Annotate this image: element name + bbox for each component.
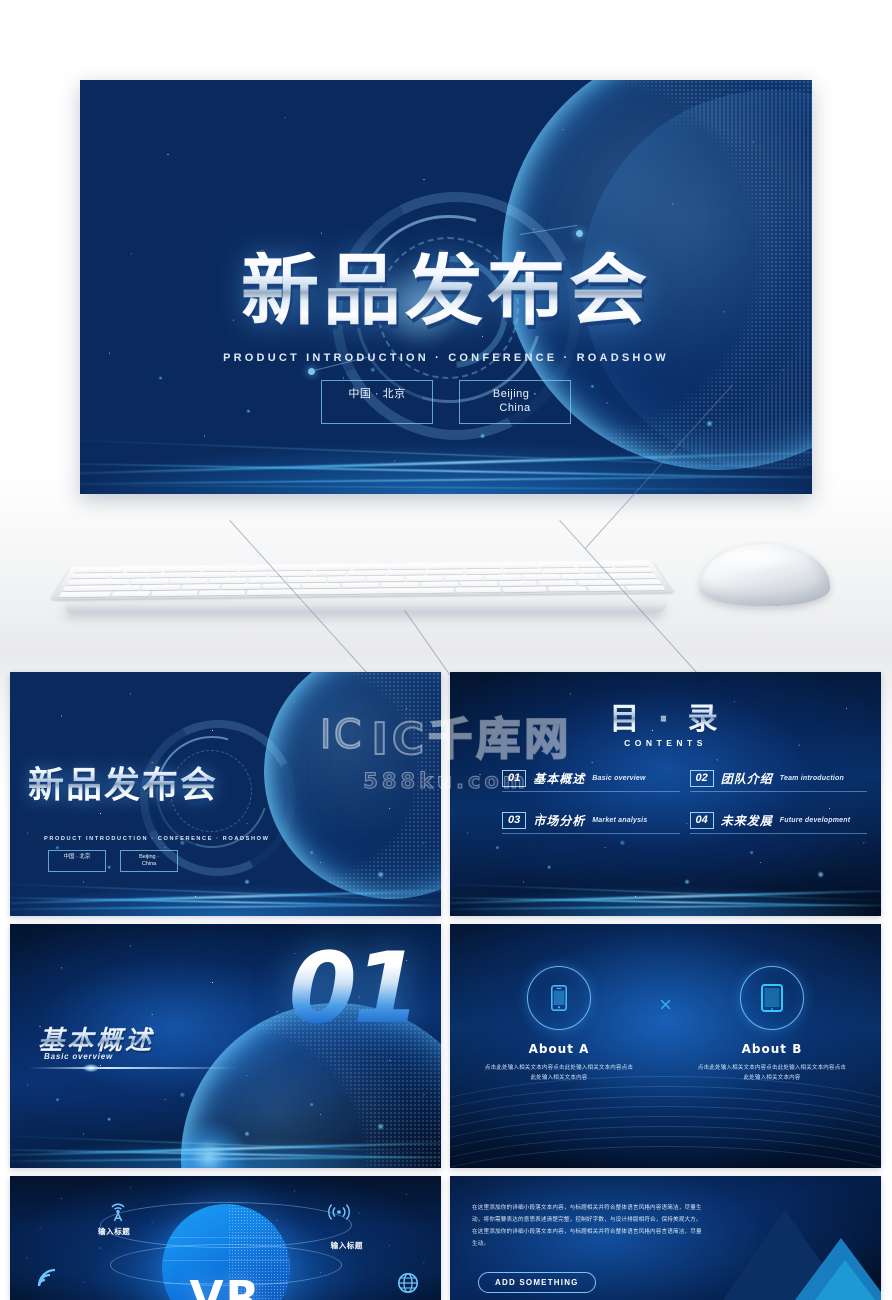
about-a-circle	[527, 966, 591, 1030]
text-slide-body: 在这里添加你的详细小段落文本内容，与标题相关并符合整体语言风格内容语简洁，尽量生…	[472, 1205, 702, 1248]
contents-item-title-cn: 基本概述	[533, 772, 586, 786]
slide-vr[interactable]: VR 输入标题 输入标题	[10, 1176, 441, 1300]
mouse-device	[700, 544, 830, 606]
contents-item-title-en: Team introduction	[779, 775, 844, 782]
slide-contents[interactable]: 目 · 录 CONTENTS 01 基本概述 Basic overview 02…	[450, 672, 881, 916]
cover-thumb-tag-en: Beijing · China	[120, 850, 178, 873]
keyboard-device	[50, 560, 674, 600]
contents-item-number: 03	[502, 812, 527, 829]
contents-item-title-cn: 市场分析	[533, 814, 586, 828]
contents-item-title-cn: 未来发展	[720, 814, 773, 828]
leader-line	[229, 520, 371, 677]
cover-thumb-subtitle: PRODUCT INTRODUCTION · CONFERENCE · ROAD…	[44, 836, 270, 842]
horizon-streaks	[10, 1105, 441, 1168]
section-rule	[28, 1064, 238, 1072]
contents-item-02[interactable]: 02 团队介绍 Team introduction	[689, 770, 867, 792]
poster-page: 新品发布会 PRODUCT INTRODUCTION · CONFERENCE …	[0, 0, 892, 1300]
contents-item-01[interactable]: 01 基本概述 Basic overview	[502, 770, 680, 792]
cover-thumb-title: 新品发布会	[28, 756, 218, 808]
vr-label-left: 输入标题	[98, 1227, 131, 1236]
slide-cover-thumbnail[interactable]: 新品发布会 PRODUCT INTRODUCTION · CONFERENCE …	[10, 672, 441, 916]
hero-title: 新品发布会	[80, 252, 812, 330]
about-a-title: About A	[528, 1042, 590, 1056]
add-something-button[interactable]: ADD SOMETHING	[478, 1272, 596, 1293]
about-a-block: About A 点击此处输入相关文本内容点击此处输入相关文本内容点击此处输入相关…	[484, 966, 634, 1083]
vr-orbit-ring-top	[99, 1202, 352, 1248]
cover-thumb-tag-cn: 中国 · 北京	[48, 850, 106, 873]
about-b-block: About B 点击此处输入相关文本内容点击此处输入相关文本内容点击此处输入相关…	[697, 966, 847, 1083]
about-b-circle	[740, 966, 804, 1030]
smartphone-icon	[551, 985, 567, 1011]
section-title-en: Basic overview	[44, 1052, 114, 1061]
contents-list: 01 基本概述 Basic overview 02 团队介绍 Team intr…	[502, 770, 867, 834]
section-number: 01	[288, 932, 421, 1046]
contents-item-number: 02	[689, 770, 714, 787]
horizon-streaks	[450, 853, 881, 916]
about-b-description: 点击此处输入相关文本内容点击此处输入相关文本内容点击此处输入相关文本内容	[697, 1065, 847, 1082]
vr-label-right: 输入标题	[330, 1241, 363, 1250]
contents-item-title-cn: 团队介绍	[720, 772, 773, 786]
contents-item-title-en: Basic overview	[592, 775, 646, 782]
desk-mockup	[0, 384, 892, 759]
vr-label: VR	[189, 1272, 262, 1300]
slide-text-block[interactable]: 在这里添加你的详细小段落文本内容，与标题相关并符合整体语言风格内容语简洁，尽量生…	[450, 1176, 881, 1300]
cover-thumb-tag-group: 中国 · 北京 Beijing · China	[48, 850, 178, 873]
wifi-signal-icon	[325, 1202, 353, 1227]
hero-tag-location-cn: 中国 · 北京	[321, 380, 433, 424]
tablet-icon	[761, 984, 783, 1012]
slide-section-divider[interactable]: 01 基本概述 Basic overview	[10, 924, 441, 1168]
hero-subtitle: PRODUCT INTRODUCTION · CONFERENCE · ROAD…	[223, 352, 669, 364]
comparison-divider-icon: ×	[659, 992, 672, 1017]
contents-item-03[interactable]: 03 市场分析 Market analysis	[502, 812, 680, 834]
broadcast-tower-icon	[108, 1200, 128, 1227]
about-b-title: About B	[741, 1042, 803, 1056]
slide-about-comparison[interactable]: About A 点击此处输入相关文本内容点击此处输入相关文本内容点击此处输入相关…	[450, 924, 881, 1168]
contents-item-title-en: Market analysis	[592, 817, 648, 824]
contents-subtitle: CONTENTS	[624, 738, 707, 748]
contents-item-title-en: Future development	[779, 817, 851, 824]
hero-slide: 新品发布会 PRODUCT INTRODUCTION · CONFERENCE …	[80, 80, 812, 494]
contents-item-number: 04	[689, 812, 714, 829]
keyboard-base	[64, 603, 668, 613]
globe-icon	[397, 1272, 419, 1299]
contents-item-number: 01	[502, 770, 527, 787]
about-a-description: 点击此处输入相关文本内容点击此处输入相关文本内容点击此处输入相关文本内容	[484, 1065, 634, 1082]
leader-line	[559, 520, 704, 681]
wifi-icon	[36, 1268, 60, 1295]
contents-title: 目 · 录	[450, 694, 881, 738]
hero-tag-location-en: Beijing · China	[459, 380, 571, 424]
contents-item-04[interactable]: 04 未来发展 Future development	[689, 812, 867, 834]
